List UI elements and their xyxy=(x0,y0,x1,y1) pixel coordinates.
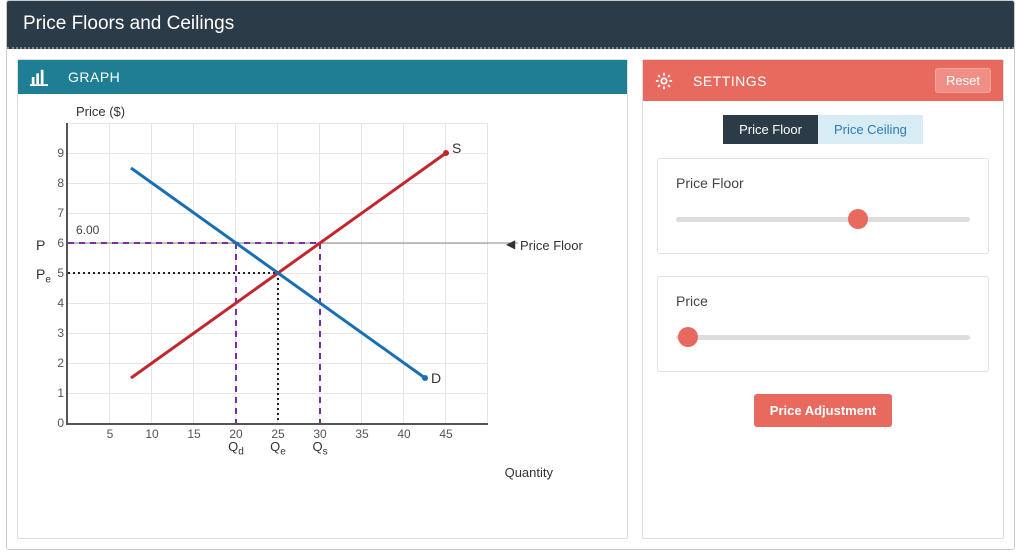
y-axis-title: Price ($) xyxy=(76,104,613,119)
y-tick: 9 xyxy=(46,146,64,160)
price-slider[interactable] xyxy=(676,327,970,347)
slider-title: Price xyxy=(676,293,970,309)
price-floor-annotation: Price Floor xyxy=(520,238,583,253)
mode-tabs: Price Floor Price Ceiling xyxy=(657,115,989,144)
y-tick: 8 xyxy=(46,176,64,190)
supply-marker-label: S xyxy=(452,140,461,156)
price-floor-slider[interactable] xyxy=(676,209,970,229)
page-title: Price Floors and Ceilings xyxy=(7,1,1014,49)
reset-button[interactable]: Reset xyxy=(935,68,991,93)
y-tick: 7 xyxy=(46,206,64,220)
x-tick: 10 xyxy=(145,427,158,441)
price-adjustment-button[interactable]: Price Adjustment xyxy=(754,394,892,427)
slider-track xyxy=(676,217,970,222)
slider-title: Price Floor xyxy=(676,175,970,191)
settings-panel-label: SETTINGS xyxy=(693,73,767,89)
slider-thumb[interactable] xyxy=(678,327,698,347)
x-axis-title: Quantity xyxy=(32,465,553,480)
label-Qe: Qe xyxy=(270,439,286,458)
slider-group-price: Price xyxy=(657,276,989,372)
y-tick: 3 xyxy=(46,326,64,340)
demand-marker-label: D xyxy=(431,370,441,386)
tab-price-ceiling[interactable]: Price Ceiling xyxy=(818,115,923,144)
y-tick: 0 xyxy=(46,416,64,430)
tab-price-floor[interactable]: Price Floor xyxy=(723,115,818,144)
x-tick: 40 xyxy=(397,427,410,441)
y-tick: 4 xyxy=(46,296,64,310)
gear-icon xyxy=(655,71,683,89)
y-tick: 5 xyxy=(46,266,64,280)
caret-left-icon: ◀ xyxy=(506,237,515,251)
x-tick: 5 xyxy=(107,427,114,441)
plot-area: 0 1 2 3 4 5 6 7 8 9 5 10 xyxy=(66,123,488,425)
slider-track xyxy=(676,335,970,340)
label-Qd: Qd xyxy=(228,439,244,458)
x-tick: 35 xyxy=(355,427,368,441)
y-tick: 1 xyxy=(46,386,64,400)
x-tick: 45 xyxy=(439,427,452,441)
slider-thumb[interactable] xyxy=(848,209,868,229)
graph-panel-label: GRAPH xyxy=(68,69,120,85)
settings-panel: SETTINGS Reset Price Floor Price Ceiling… xyxy=(642,59,1004,539)
graph-panel: GRAPH Price ($) P Pe 0 1 2 3 xyxy=(17,59,628,539)
y-tick: 2 xyxy=(46,356,64,370)
label-Qs: Qs xyxy=(312,439,327,458)
bar-chart-icon xyxy=(30,68,58,86)
y-tick: 6 xyxy=(46,236,64,250)
label-P: P xyxy=(36,237,45,253)
slider-group-price-floor: Price Floor xyxy=(657,158,989,254)
x-tick: 15 xyxy=(187,427,200,441)
